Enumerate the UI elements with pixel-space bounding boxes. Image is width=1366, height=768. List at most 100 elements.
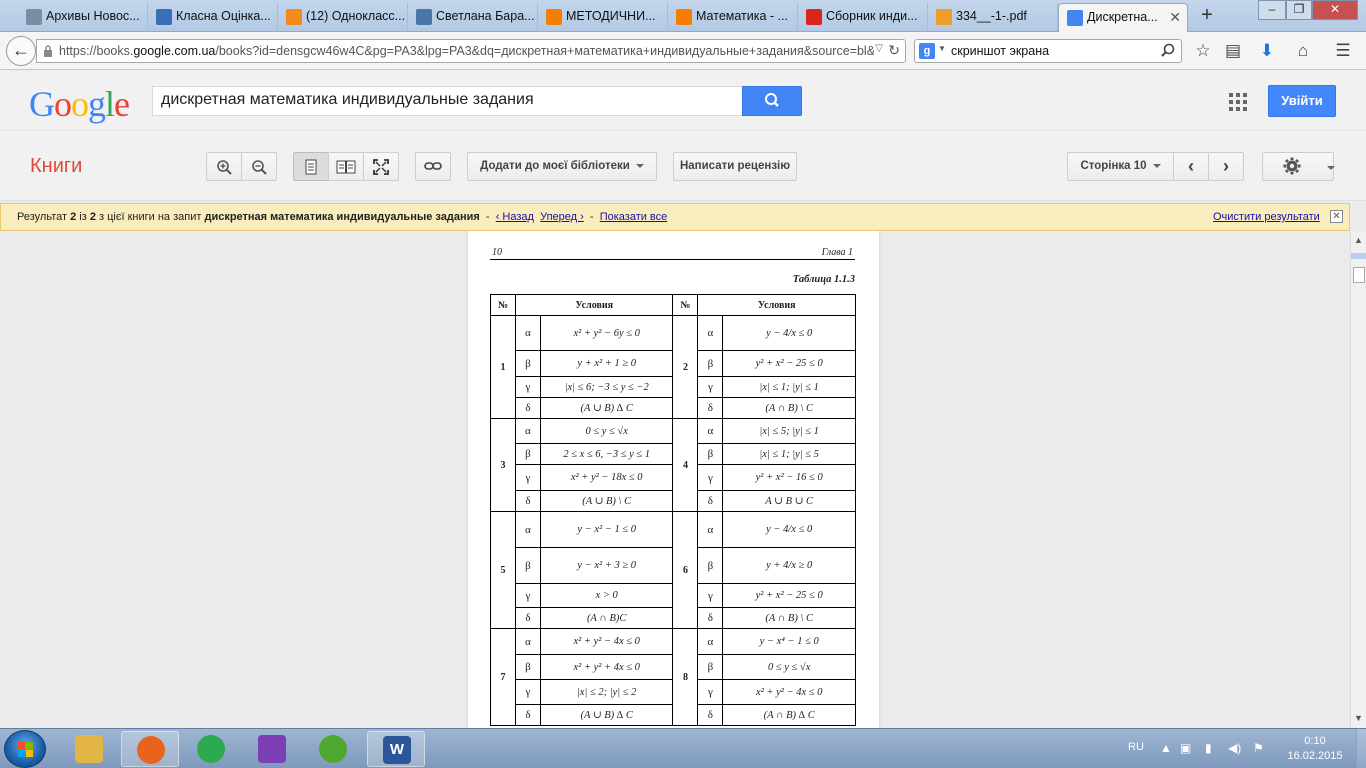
settings-button[interactable] bbox=[1262, 152, 1335, 181]
google-search-engine-icon[interactable]: g bbox=[919, 43, 935, 59]
language-indicator[interactable]: RU bbox=[1128, 741, 1144, 753]
taskbar-app[interactable] bbox=[243, 731, 301, 767]
browser-tab[interactable]: 334__-1-.pdf bbox=[928, 3, 1058, 31]
show-desktop-button[interactable] bbox=[1356, 729, 1366, 768]
tab-label: Класна Оцінка... bbox=[176, 9, 271, 23]
condition-letter: δ bbox=[514, 397, 541, 419]
browser-tab[interactable]: Сборник инди... bbox=[798, 3, 928, 31]
fullscreen-button[interactable] bbox=[363, 152, 399, 181]
table-row: 5αy − x² − 1 ≤ 06αy − 4/x ≤ 0 bbox=[490, 511, 856, 629]
condition-expression: x² + y² − 4x ≤ 0 bbox=[722, 679, 856, 705]
condition-expression: |x| ≤ 2; |y| ≤ 2 bbox=[539, 679, 674, 705]
apps-grid-icon[interactable] bbox=[1229, 93, 1247, 111]
condition-expression: A ∪ B ∪ C bbox=[722, 490, 856, 512]
condition-letter: γ bbox=[697, 679, 724, 705]
google-logo[interactable]: Google bbox=[29, 83, 130, 125]
zoom-out-button[interactable] bbox=[241, 152, 277, 181]
window-close-button[interactable]: ✕ bbox=[1312, 0, 1358, 20]
next-result-link[interactable]: Уперед › bbox=[540, 211, 584, 223]
two-page-view-button[interactable] bbox=[328, 152, 364, 181]
book-page: 10 Глава 1 Таблица 1.1.3 № Условия № Усл… bbox=[468, 231, 879, 728]
bookmark-star-icon[interactable]: ☆ bbox=[1192, 41, 1214, 63]
address-bar[interactable]: https://books.google.com.ua/books?id=den… bbox=[36, 39, 906, 63]
volume-icon[interactable]: ◀) bbox=[1228, 741, 1241, 755]
condition-expression: y − 4/x ≤ 0 bbox=[722, 315, 856, 351]
condition-letter: δ bbox=[697, 397, 724, 419]
action-center-flag-icon[interactable]: ⚑ bbox=[1253, 741, 1264, 755]
show-hidden-icons-icon[interactable]: ▲ bbox=[1160, 741, 1172, 755]
url-dropdown-icon[interactable]: ▽ bbox=[875, 43, 883, 54]
scroll-thumb[interactable] bbox=[1353, 267, 1365, 283]
odnoklassniki-icon bbox=[286, 9, 302, 25]
search-icon[interactable] bbox=[1161, 43, 1175, 57]
page-selector[interactable]: Сторінка 10 bbox=[1067, 152, 1174, 181]
browser-tab[interactable]: Архивы Новос... bbox=[18, 3, 148, 31]
browser-search-bar[interactable]: g ▼ скриншот экрана bbox=[914, 39, 1182, 63]
window-maximize-button[interactable]: ❐ bbox=[1286, 0, 1312, 20]
zoom-in-button[interactable] bbox=[206, 152, 242, 181]
taskbar-app[interactable] bbox=[182, 731, 240, 767]
navigation-bar: ← https://books.google.com.ua/books?id=d… bbox=[0, 32, 1366, 70]
add-to-library-button[interactable]: Додати до моєї бібліотеки bbox=[467, 152, 657, 181]
close-icon[interactable]: ✕ bbox=[1330, 210, 1343, 223]
window-minimize-button[interactable]: – bbox=[1258, 0, 1286, 20]
books-search-button[interactable] bbox=[742, 86, 802, 116]
clear-results-link[interactable]: Очистити результати bbox=[1213, 204, 1320, 230]
taskbar-app[interactable]: W bbox=[367, 731, 425, 767]
logo-letter: l bbox=[105, 84, 115, 124]
condition-letter: γ bbox=[514, 376, 541, 398]
show-all-link[interactable]: Показати все bbox=[600, 211, 668, 223]
previous-page-button[interactable]: ‹ bbox=[1173, 152, 1209, 181]
new-tab-button[interactable]: + bbox=[1196, 5, 1218, 27]
search-result-bar: Результат 2 із 2 з цієї книги на запит д… bbox=[0, 203, 1350, 231]
reading-list-icon[interactable]: ▤ bbox=[1222, 41, 1244, 63]
variant-number: 4 bbox=[672, 418, 699, 512]
previous-result-link[interactable]: ‹ Назад bbox=[496, 211, 534, 223]
system-clock[interactable]: 0:10 16.02.2015 bbox=[1284, 734, 1346, 764]
write-review-button[interactable]: Написати рецензію bbox=[673, 152, 797, 181]
taskbar-app[interactable] bbox=[60, 731, 118, 767]
book-viewer[interactable]: 10 Глава 1 Таблица 1.1.3 № Условия № Усл… bbox=[0, 231, 1350, 728]
download-icon[interactable]: ⬇ bbox=[1256, 41, 1278, 63]
start-button[interactable] bbox=[4, 730, 46, 768]
browser-tab[interactable]: Светлана Бара... bbox=[408, 3, 538, 31]
link-button[interactable] bbox=[415, 152, 451, 181]
chevron-down-icon bbox=[635, 163, 644, 168]
condition-expression: |x| ≤ 6; −3 ≤ y ≤ −2 bbox=[539, 376, 674, 398]
browser-tab[interactable]: МЕТОДИЧНИ... bbox=[538, 3, 668, 31]
condition-expression: (A ∪ B) \ C bbox=[539, 490, 674, 512]
ab-icon bbox=[806, 9, 822, 25]
browser-tab[interactable]: (12) Однокласс... bbox=[278, 3, 408, 31]
scroll-up-icon[interactable]: ▲ bbox=[1354, 235, 1363, 245]
vertical-scrollbar[interactable]: ▲ ▼ bbox=[1350, 231, 1366, 728]
books-toolbar: Книги Додати до моєї бібліотеки Написати… bbox=[0, 131, 1366, 201]
single-page-icon bbox=[305, 159, 317, 175]
table-caption: Таблица 1.1.3 bbox=[792, 274, 855, 285]
books-title[interactable]: Книги bbox=[30, 155, 82, 178]
condition-letter: α bbox=[697, 628, 724, 655]
tab-close-icon[interactable]: ✕ bbox=[1169, 4, 1181, 30]
table-row: 1 α x² + y² − 6y ≤ 02αy − 4/x ≤ 0 bbox=[490, 315, 856, 419]
home-icon[interactable]: ⌂ bbox=[1292, 41, 1314, 63]
menu-icon[interactable]: ☰ bbox=[1332, 41, 1354, 63]
next-page-button[interactable]: › bbox=[1208, 152, 1244, 181]
scroll-down-icon[interactable]: ▼ bbox=[1354, 713, 1363, 723]
logo-letter: o bbox=[54, 84, 72, 124]
condition-expression: x > 0 bbox=[539, 583, 674, 608]
variant-number: 2 bbox=[672, 315, 699, 419]
sign-in-button[interactable]: Увійти bbox=[1268, 85, 1336, 117]
browser-tab[interactable]: Математика - ... bbox=[668, 3, 798, 31]
network-signal-icon[interactable]: ▮ bbox=[1205, 741, 1212, 755]
taskbar-app[interactable] bbox=[121, 731, 179, 767]
result-summary: Результат 2 із 2 з цієї книги на запит д… bbox=[17, 211, 668, 223]
sync-icon[interactable]: ▣ bbox=[1180, 741, 1191, 755]
taskbar-app[interactable] bbox=[304, 731, 362, 767]
browser-tab[interactable]: Класна Оцінка... bbox=[148, 3, 278, 31]
browser-tab[interactable]: Дискретна... ✕ bbox=[1058, 3, 1188, 33]
single-page-view-button[interactable] bbox=[293, 152, 329, 181]
books-search-input[interactable]: дискретная математика индивидуальные зад… bbox=[152, 86, 743, 116]
reload-icon[interactable]: ↻ bbox=[888, 42, 900, 59]
back-button[interactable]: ← bbox=[6, 36, 36, 66]
browser-search-input[interactable]: скриншот экрана bbox=[951, 44, 1049, 58]
table-header-conditions: Условия bbox=[697, 294, 856, 316]
